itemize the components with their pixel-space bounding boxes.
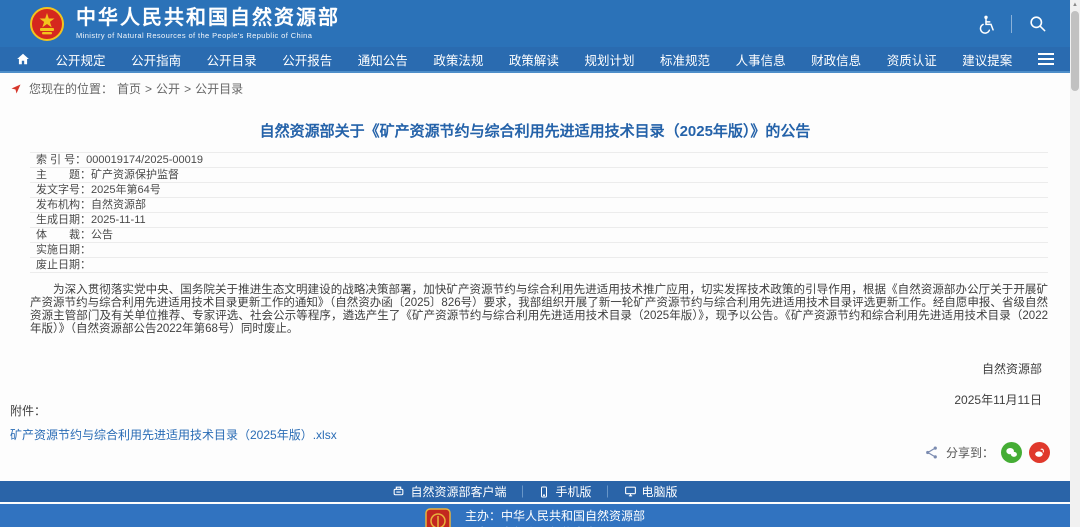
search-button[interactable] <box>1026 13 1048 35</box>
mobile-icon <box>541 486 548 497</box>
meta-row-generated-date: 生成日期：2025-11-11 <box>30 213 1048 228</box>
breadcrumb-home[interactable]: 首页 <box>117 80 141 97</box>
search-icon <box>1029 16 1045 32</box>
home-icon <box>17 53 29 65</box>
nav-item-gongkai-zhinan[interactable]: 公开指南 <box>131 50 181 69</box>
attachment-label: 附件： <box>10 404 47 418</box>
nav-home[interactable] <box>16 52 30 66</box>
scrollbar-up-arrow[interactable]: ▲ <box>1070 0 1080 10</box>
client-app-icon <box>394 486 404 496</box>
meta-row-genre: 体 裁：公告 <box>30 228 1048 243</box>
breadcrumb-separator: > <box>145 81 153 96</box>
document-meta-table: 索 引 号：000019174/2025-00019 主 题：矿产资源保护监督 … <box>30 152 1048 273</box>
footer-host: 主办：中华人民共和国自然资源部 <box>464 509 645 523</box>
page-title: 自然资源部关于《矿产资源节约与综合利用先进适用技术目录（2025年版）》的公告 <box>259 123 811 140</box>
footer-desktop-link[interactable]: 电脑版 <box>624 483 678 500</box>
nav-item-zizhi-renzheng[interactable]: 资质认证 <box>887 50 937 69</box>
nav-item-gongkai-mulu[interactable]: 公开目录 <box>207 50 257 69</box>
nav-item-renshi-xinxi[interactable]: 人事信息 <box>736 50 786 69</box>
nav-item-gongkai-baogao[interactable]: 公开报告 <box>282 50 332 69</box>
menu-button[interactable] <box>1037 53 1054 65</box>
header-divider <box>1011 14 1012 33</box>
nav-item-gongkai-guiding[interactable]: 公开规定 <box>56 50 106 69</box>
breadcrumb-separator: > <box>184 81 192 96</box>
wheelchair-icon <box>979 15 994 34</box>
footer-client-link[interactable]: 自然资源部客户端 <box>392 483 506 500</box>
main-nav: 公开规定 公开指南 公开目录 公开报告 通知公告 政策法规 政策解读 规划计划 … <box>0 47 1070 73</box>
meta-row-index-number: 索 引 号：000019174/2025-00019 <box>30 153 1048 168</box>
desktop-icon <box>624 486 636 497</box>
nav-item-zhengce-jiedu[interactable]: 政策解读 <box>509 50 559 69</box>
meta-row-issuing-agency: 发布机构：自然资源部 <box>30 198 1048 213</box>
nav-item-biaozhun-guifan[interactable]: 标准规范 <box>660 50 710 69</box>
footer-separator: ｜ <box>601 485 614 499</box>
site-titles: 中华人民共和国自然资源部 Ministry of Natural Resourc… <box>76 7 340 40</box>
location-arrow-icon <box>10 83 22 95</box>
footer-mobile-link[interactable]: 手机版 <box>538 483 592 500</box>
meta-row-repeal-date: 废止日期： <box>30 258 1048 273</box>
signature-date: 2025年11月11日 <box>954 393 1042 407</box>
nav-item-guihua-jihua[interactable]: 规划计划 <box>584 50 634 69</box>
national-emblem-icon <box>30 6 64 41</box>
site-title: 中华人民共和国自然资源部 <box>76 7 340 29</box>
footer-host-lines: 主办：中华人民共和国自然资源部 承办：自然资源部信息中心 <box>465 508 645 527</box>
ministry-badge-icon <box>425 508 451 527</box>
share-wechat-button[interactable] <box>1001 442 1022 463</box>
meta-row-doc-number: 发文字号：2025年第64号 <box>30 183 1048 198</box>
share-bar: 分享到： <box>924 442 1050 463</box>
nav-item-tongzhi-gonggao[interactable]: 通知公告 <box>358 50 408 69</box>
breadcrumb: 您现在的位置： 首页 > 公开 > 公开目录 <box>10 80 243 97</box>
share-icon <box>926 446 937 459</box>
footer-separator: ｜ <box>516 485 529 499</box>
weibo-icon <box>1035 448 1044 457</box>
footer-bottom: 主办：中华人民共和国自然资源部 承办：自然资源部信息中心 <box>0 504 1070 527</box>
scrollbar-thumb[interactable] <box>1071 11 1079 91</box>
header-tools <box>975 0 1048 47</box>
hamburger-icon <box>1037 53 1054 55</box>
accessibility-button[interactable] <box>975 13 997 35</box>
nav-item-zhengce-fagui[interactable]: 政策法规 <box>433 50 483 69</box>
page: 中华人民共和国自然资源部 Ministry of Natural Resourc… <box>0 0 1080 527</box>
signature-block: 自然资源部 2025年11月11日 <box>954 360 1042 408</box>
breadcrumb-gongkai-mulu[interactable]: 公开目录 <box>195 80 243 97</box>
breadcrumb-prefix: 您现在的位置： <box>29 82 114 96</box>
scrollbar[interactable]: ▲ <box>1070 0 1080 527</box>
site-title-en: Ministry of Natural Resources of the Peo… <box>76 31 313 40</box>
attachment-link[interactable]: 矿产资源节约与综合利用先进适用技术目录（2025年版）.xlsx <box>10 426 337 443</box>
meta-row-effective-date: 实施日期： <box>30 243 1048 258</box>
meta-row-subject: 主 题：矿产资源保护监督 <box>30 168 1048 183</box>
share-weibo-button[interactable] <box>1029 442 1050 463</box>
signature-agency: 自然资源部 <box>981 362 1042 376</box>
wechat-icon <box>1006 448 1017 457</box>
nav-item-jianyi-tian[interactable]: 建议提案 <box>962 50 1012 69</box>
announcement-body: 为深入贯彻落实党中央、国务院关于推进生态文明建设的战略决策部署，加快矿产资源节约… <box>30 284 1048 335</box>
footer-links-bar: 自然资源部客户端 ｜ 手机版 ｜ 电脑版 <box>0 481 1070 502</box>
share-label: 分享到： <box>945 446 994 460</box>
attachment-section: 附件： 矿产资源节约与综合利用先进适用技术目录（2025年版）.xlsx <box>10 402 337 443</box>
breadcrumb-gongkai[interactable]: 公开 <box>156 80 180 97</box>
nav-item-caizheng-xinxi[interactable]: 财政信息 <box>811 50 861 69</box>
site-header: 中华人民共和国自然资源部 Ministry of Natural Resourc… <box>0 0 1070 47</box>
